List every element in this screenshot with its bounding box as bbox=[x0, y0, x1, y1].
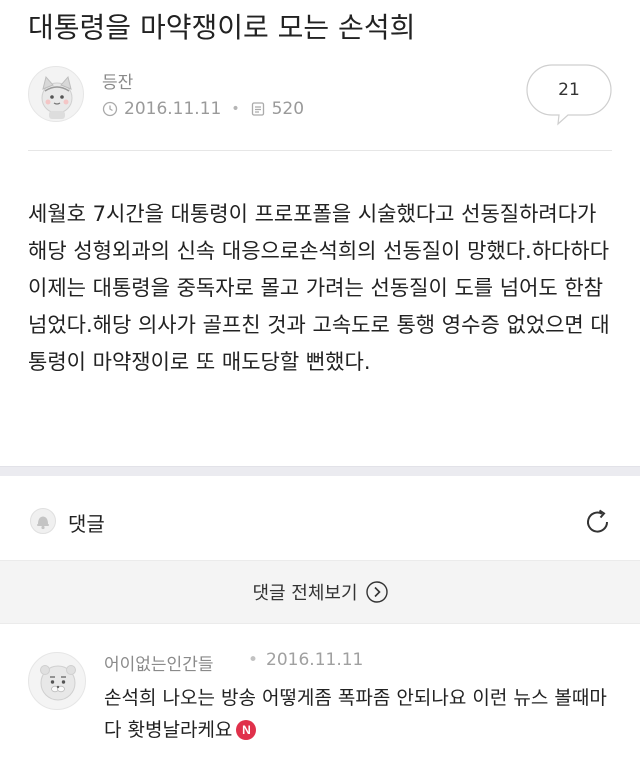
comment-text: 손석희 나오는 방송 어떻게좀 폭파좀 안되나요 이런 뉴스 볼때마다 홧병날라… bbox=[104, 682, 614, 746]
meta-separator: • bbox=[231, 101, 240, 117]
view-count: 520 bbox=[271, 99, 305, 119]
comment-item: 어이없는인간들 • 2016.11.11 손석희 나오는 방송 어떻게좀 폭파좀 … bbox=[0, 640, 640, 766]
comment-body: 손석희 나오는 방송 어떻게좀 폭파좀 안되나요 이런 뉴스 볼때마다 홧병날라… bbox=[104, 687, 607, 741]
refresh-icon[interactable] bbox=[582, 506, 614, 538]
clock-icon bbox=[102, 101, 118, 117]
comment-count-bubble[interactable]: 21 bbox=[526, 64, 612, 126]
cat-avatar-icon[interactable] bbox=[28, 66, 84, 122]
author-name[interactable]: 등잔 bbox=[102, 68, 133, 93]
view-all-label: 댓글 전체보기 bbox=[252, 583, 358, 604]
chevron-right-circle-icon bbox=[365, 581, 388, 603]
post-meta: 2016.11.11 • 520 bbox=[102, 98, 304, 120]
comment-author[interactable]: 어이없는인간들 bbox=[104, 650, 213, 675]
comment-count: 21 bbox=[558, 80, 580, 100]
new-badge: N bbox=[236, 720, 257, 740]
bell-icon[interactable] bbox=[30, 508, 56, 534]
post-body: 세월호 7시간을 대통령이 프로포폴을 시술했다고 선동질하려다가 해당 성형외… bbox=[28, 202, 610, 374]
lion-avatar-icon[interactable] bbox=[28, 652, 86, 710]
post-title: 대통령을 마약쟁이로 모는 손석희 bbox=[28, 11, 416, 44]
comment-header: 댓글 bbox=[0, 492, 640, 550]
comment-section-label: 댓글 bbox=[68, 512, 105, 536]
section-separator bbox=[0, 466, 640, 476]
comment-date-value: 2016.11.11 bbox=[266, 650, 364, 670]
author-row: 등잔 2016.11.11 • 520 bbox=[28, 66, 612, 126]
document-icon bbox=[250, 101, 266, 117]
divider bbox=[28, 150, 612, 151]
post-date: 2016.11.11 bbox=[124, 99, 222, 119]
view-all-comments-button[interactable]: 댓글 전체보기 bbox=[0, 560, 640, 624]
comment-date: • 2016.11.11 bbox=[248, 650, 364, 670]
